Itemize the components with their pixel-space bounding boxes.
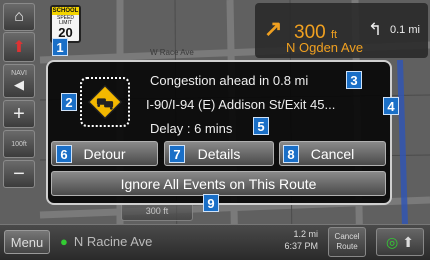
navi-label: NAVI: [11, 69, 27, 77]
callout-badge-4: 4: [383, 97, 399, 115]
scale-label: 300 ft: [145, 206, 169, 216]
congestion-location-text: I-90/I-94 (E) Addison St/Exit 45...: [146, 97, 336, 112]
traffic-icon-frame: [80, 77, 130, 127]
compass-button[interactable]: ⬆: [3, 32, 35, 62]
gps-icon: ◎: [386, 233, 399, 250]
callout-badge-7: 7: [169, 145, 185, 163]
plus-icon: +: [13, 102, 25, 125]
zoom-level-label: 100ft: [11, 140, 27, 148]
callout-badge-8: 8: [283, 145, 299, 163]
zoom-level-indicator: 100ft: [3, 130, 35, 158]
current-street: ● N Racine Ave: [60, 234, 152, 249]
home-icon: ⌂: [14, 8, 24, 25]
turn-left-arrow-icon: ↰: [368, 20, 383, 39]
bear-right-arrow-icon: ↗: [264, 16, 283, 41]
zoom-out-button[interactable]: −: [3, 160, 35, 188]
callout-badge-2: 2: [61, 93, 77, 111]
north-up-arrow-icon: ⬆: [402, 233, 414, 250]
map-street-label: W Race Ave: [150, 48, 194, 57]
secondary-turn-distance: 0.1 mi: [390, 24, 420, 36]
traffic-congestion-icon: [87, 84, 123, 120]
menu-button[interactable]: Menu: [4, 230, 50, 254]
callout-badge-1: 1: [52, 38, 68, 56]
map-orientation-button[interactable]: ◎ ⬆: [376, 228, 424, 256]
speaker-icon: ◀: [14, 76, 24, 92]
minus-icon: −: [13, 162, 25, 185]
callout-badge-9: 9: [203, 194, 219, 212]
school-label: SCHOOL: [52, 7, 79, 15]
eta-info: 1.2 mi 6:37 PM: [262, 226, 322, 257]
position-icon: ●: [60, 234, 68, 249]
home-button[interactable]: ⌂: [3, 3, 35, 31]
compass-needle-icon: ⬆: [12, 39, 26, 56]
secondary-distance-value: 0.1: [390, 24, 406, 36]
callout-badge-3: 3: [346, 71, 362, 89]
cancel-route-button[interactable]: Cancel Route: [328, 227, 366, 257]
eta-time: 6:37 PM: [284, 240, 318, 251]
delay-text: Delay : 6 mins: [150, 121, 233, 136]
next-street-name: N Ogden Ave: [286, 40, 364, 55]
callout-badge-6: 6: [56, 145, 72, 163]
volume-button[interactable]: NAVI ◀: [3, 64, 35, 98]
callout-badge-5: 5: [253, 117, 269, 135]
eta-distance: 1.2 mi: [293, 229, 318, 239]
congestion-distance-text: Congestion ahead in 0.8 mi: [150, 73, 309, 88]
navigation-screen: W Race Ave ⌂ ⬆ NAVI ◀ + 100ft − SCHOOL S…: [0, 0, 430, 260]
zoom-in-button[interactable]: +: [3, 100, 35, 128]
ignore-all-events-button[interactable]: Ignore All Events on This Route: [51, 171, 386, 196]
current-street-label: N Racine Ave: [73, 234, 153, 249]
cancel-route-line2: Route: [336, 242, 358, 252]
cancel-route-line1: Cancel: [334, 232, 360, 241]
secondary-distance-unit: mi: [408, 24, 420, 36]
